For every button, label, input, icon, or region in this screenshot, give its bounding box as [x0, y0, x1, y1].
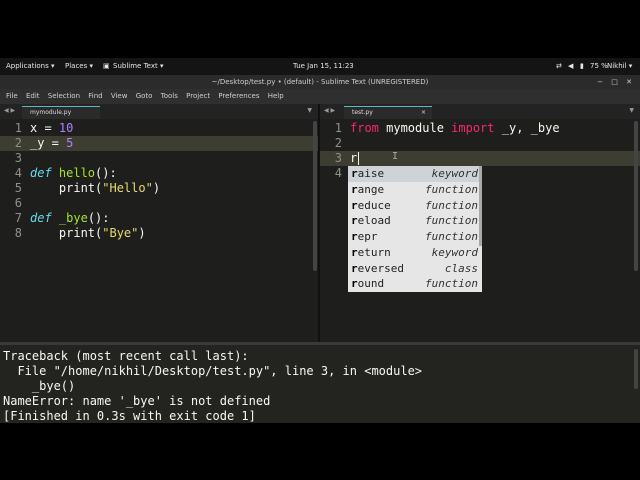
code-text: r: [350, 151, 358, 165]
line-number: 5: [14, 181, 22, 195]
code-line: 5 print("Hello"): [0, 181, 318, 196]
close-icon[interactable]: ✕: [626, 78, 632, 86]
code-line: 8 print("Bye"): [0, 226, 318, 241]
system-top-bar: Applications ▾ Places ▾ ▣ Sublime Text ▾…: [0, 58, 640, 75]
right-scrollbar[interactable]: [634, 121, 638, 271]
text-cursor: [358, 152, 359, 165]
autocomplete-scrollbar[interactable]: [479, 166, 482, 246]
line-number: 6: [14, 196, 22, 210]
completion-item[interactable]: reduce function: [348, 198, 482, 214]
window-title: ~/Desktop/test.py • (default) - Sublime …: [211, 78, 429, 86]
menu-find[interactable]: Find: [88, 92, 102, 100]
line-number: 3: [334, 151, 342, 165]
clock[interactable]: Tue Jan 15, 11:23: [293, 58, 354, 75]
output-line: Traceback (most recent call last):: [3, 349, 249, 363]
code-line: 1 from mymodule import _y, _bye: [320, 121, 640, 136]
volume-icon[interactable]: ◀: [568, 58, 573, 75]
window-title-bar: ~/Desktop/test.py • (default) - Sublime …: [0, 75, 640, 89]
tab-scroll-arrows-icon[interactable]: ◀ ▶: [324, 107, 335, 114]
tab-scroll-arrows-icon[interactable]: ◀ ▶: [4, 107, 15, 114]
minimize-icon[interactable]: −: [597, 78, 603, 86]
output-line: File "/home/nikhil/Desktop/test.py", lin…: [3, 364, 423, 378]
tab-dropdown-icon[interactable]: ▼: [629, 107, 634, 114]
maximize-icon[interactable]: □: [611, 78, 618, 86]
menu-edit[interactable]: Edit: [26, 92, 40, 100]
completion-item[interactable]: return keyword: [348, 245, 482, 261]
menu-goto[interactable]: Goto: [136, 92, 153, 100]
user-menu[interactable]: Nikhil ▾: [607, 58, 632, 75]
menu-selection[interactable]: Selection: [48, 92, 80, 100]
code-text: def hello():: [30, 166, 117, 180]
code-text: def _bye():: [30, 211, 110, 225]
tab-dropdown-icon[interactable]: ▼: [307, 107, 312, 114]
tab-label: mymodule.py: [30, 109, 72, 116]
code-line: 6: [0, 196, 318, 211]
line-number: 3: [14, 151, 22, 165]
build-output-panel[interactable]: Traceback (most recent call last): File …: [0, 342, 640, 423]
app-menu[interactable]: Sublime Text ▾: [113, 58, 163, 75]
code-line: 2: [320, 136, 640, 151]
battery-icon[interactable]: ▮: [580, 58, 584, 75]
code-line: 3: [0, 151, 318, 166]
line-number: 2: [14, 136, 22, 150]
output-line: NameError: name '_bye' is not defined: [3, 394, 271, 408]
menu-tools[interactable]: Tools: [161, 92, 178, 100]
left-scrollbar[interactable]: [313, 121, 317, 271]
menu-preferences[interactable]: Preferences: [218, 92, 259, 100]
code-line: 4 def hello():: [0, 166, 318, 181]
code-text: print("Hello"): [30, 181, 161, 195]
output-line: [Finished in 0.3s with exit code 1]: [3, 409, 256, 423]
tab-label: test.py: [352, 109, 373, 116]
menu-bar: File Edit Selection Find View Goto Tools…: [0, 89, 640, 104]
menu-file[interactable]: File: [6, 92, 18, 100]
completion-item[interactable]: range function: [348, 182, 482, 198]
code-text: print("Bye"): [30, 226, 146, 240]
completion-item[interactable]: reversed class: [348, 261, 482, 277]
completion-item[interactable]: round function: [348, 276, 482, 292]
applications-menu[interactable]: Applications ▾: [6, 58, 55, 75]
places-menu[interactable]: Places ▾: [65, 58, 93, 75]
line-number: 1: [334, 121, 342, 135]
menu-help[interactable]: Help: [268, 92, 284, 100]
tab-mymodule[interactable]: mymodule.py: [22, 106, 100, 120]
code-text: _y = 5: [30, 136, 74, 150]
menu-project[interactable]: Project: [186, 92, 210, 100]
line-number: 7: [14, 211, 22, 225]
code-line-active: 3 r: [320, 151, 640, 166]
code-line: 7 def _bye():: [0, 211, 318, 226]
left-editor[interactable]: 1 x = 10 2 _y = 5 3 4 def hello(): 5 pri…: [0, 119, 318, 342]
output-line: _bye(): [3, 379, 76, 393]
line-number: 2: [334, 136, 342, 150]
line-number: 1: [14, 121, 22, 135]
battery-level: 75 %: [590, 62, 608, 70]
code-text: x = 10: [30, 121, 74, 135]
code-text: from mymodule import _y, _bye: [350, 121, 560, 135]
completion-item[interactable]: raise keyword: [348, 166, 482, 182]
line-number: 8: [14, 226, 22, 240]
completion-item[interactable]: reload function: [348, 213, 482, 229]
menu-view[interactable]: View: [111, 92, 128, 100]
code-line-active: 2 _y = 5: [0, 136, 318, 151]
tab-test[interactable]: test.py ×: [344, 106, 432, 120]
line-number: 4: [14, 166, 22, 180]
autocomplete-popup[interactable]: raise keyword range function reduce functio…: [348, 166, 482, 292]
tab-close-icon[interactable]: ×: [421, 107, 426, 119]
line-number: 4: [334, 166, 342, 180]
network-icon[interactable]: ⇄: [556, 58, 562, 75]
code-line: 1 x = 10: [0, 121, 318, 136]
mouse-ibeam-icon: I: [392, 151, 399, 162]
output-scrollbar[interactable]: [634, 349, 638, 389]
completion-item[interactable]: repr function: [348, 229, 482, 245]
app-icon: ▣: [103, 62, 110, 70]
right-tab-bar: ◀ ▶ test.py × ▼: [320, 104, 640, 120]
left-tab-bar: ◀ ▶ mymodule.py ▼: [0, 104, 318, 120]
